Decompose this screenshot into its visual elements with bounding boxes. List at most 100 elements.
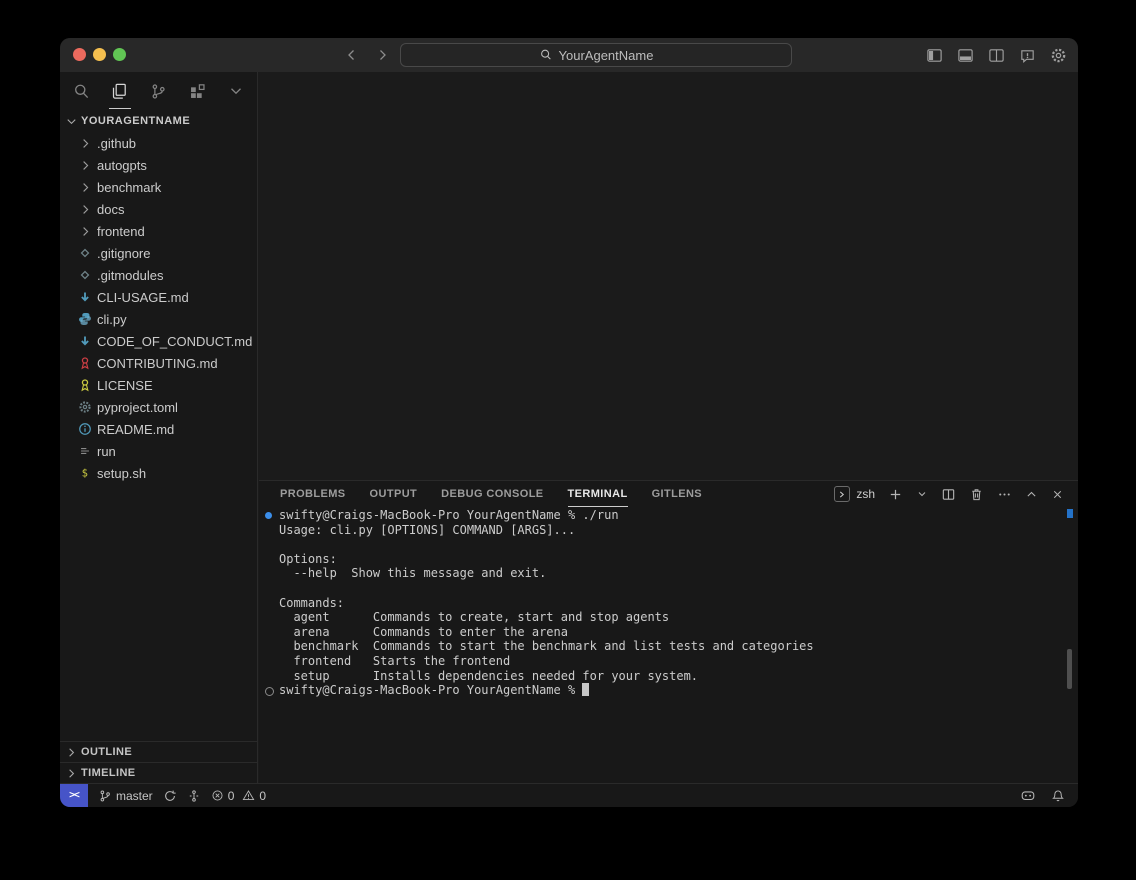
explorer-item[interactable]: LICENSE (60, 374, 257, 396)
activity-bar-item[interactable] (144, 73, 174, 109)
explorer-item[interactable]: frontend (60, 220, 257, 242)
explorer-item[interactable]: docs (60, 198, 257, 220)
toggle-panel-icon[interactable] (955, 45, 975, 65)
remote-indicator[interactable]: >< (60, 784, 88, 808)
gitlens-icon[interactable] (187, 789, 201, 803)
explorer-item[interactable]: $ setup.sh (60, 462, 257, 484)
editor-area (259, 72, 1078, 480)
split-terminal-icon[interactable] (941, 487, 956, 502)
explorer-item[interactable]: README.md (60, 418, 257, 440)
panel-tabs: PROBLEMS OUTPUT DEBUG CONSOLE TERMINAL GITLE… (259, 481, 848, 507)
panel-tab[interactable]: GITLENS (652, 482, 702, 507)
explorer-item[interactable]: cli.py (60, 308, 257, 330)
markdown-icon (77, 333, 93, 349)
explorer-root-label: YOURAGENTNAME (81, 115, 190, 127)
titlebar: YourAgentName (60, 38, 1078, 72)
terminal-line: frontend Starts the frontend (259, 654, 1078, 669)
git-branch-icon (98, 789, 112, 803)
close-panel-icon[interactable] (1051, 488, 1064, 501)
sidebar-section-header[interactable]: TIMELINE (60, 762, 257, 783)
copilot-icon[interactable] (1020, 788, 1036, 803)
explorer-item[interactable]: .gitignore (60, 242, 257, 264)
error-icon (211, 789, 224, 802)
terminal-line (259, 581, 1078, 596)
warning-icon (242, 789, 255, 802)
sync-icon[interactable] (163, 789, 177, 803)
status-bar: >< master 0 0 (60, 783, 1078, 807)
new-terminal-icon[interactable] (888, 487, 903, 502)
explorer-icon (110, 82, 129, 101)
warning-count: 0 (259, 789, 266, 803)
search-icon (72, 82, 91, 101)
explorer-item[interactable]: CONTRIBUTING.md (60, 352, 257, 374)
navigate-back-icon[interactable] (343, 47, 359, 63)
info-icon (77, 421, 93, 437)
explorer-item[interactable]: CODE_OF_CONDUCT.md (60, 330, 257, 352)
ribbon-icon (77, 355, 93, 371)
panel-tab[interactable]: PROBLEMS (280, 482, 346, 507)
ribbon-icon (77, 377, 93, 393)
panel-tab[interactable]: TERMINAL (568, 482, 628, 507)
maximize-panel-icon[interactable] (1025, 488, 1038, 501)
more-actions-icon[interactable] (997, 487, 1012, 502)
terminal-shell-tab[interactable]: zsh (834, 486, 875, 502)
settings-gear-icon[interactable] (1048, 45, 1068, 65)
search-value: YourAgentName (559, 48, 654, 63)
svg-text:$: $ (82, 468, 88, 480)
terminal-line: Commands: (259, 596, 1078, 611)
explorer-item[interactable]: autogpts (60, 154, 257, 176)
close-window-button[interactable] (73, 48, 86, 61)
explorer-item[interactable]: pyproject.toml (60, 396, 257, 418)
kill-terminal-trash-icon[interactable] (969, 487, 984, 502)
command-center-search[interactable]: YourAgentName (400, 43, 792, 67)
terminal-line: --help Show this message and exit. (259, 566, 1078, 581)
terminal-line (259, 537, 1078, 552)
activity-bar-item[interactable] (221, 73, 251, 109)
terminal-line: swifty@Craigs-MacBook-Pro YourAgentName … (259, 508, 1078, 523)
error-count: 0 (228, 789, 235, 803)
terminal-line: swifty@Craigs-MacBook-Pro YourAgentName … (259, 683, 1078, 698)
gear-icon (77, 399, 93, 415)
sidebar-section-header[interactable]: OUTLINE (60, 741, 257, 762)
bottom-panel: PROBLEMS OUTPUT DEBUG CONSOLE TERMINAL GITLE… (259, 480, 1078, 783)
activity-bar-item[interactable] (66, 73, 96, 109)
branch-name: master (116, 789, 153, 803)
terminal-line: Options: (259, 552, 1078, 567)
file-tree: .github autogpts benchmark docs frontend… (60, 132, 257, 484)
activity-bar-item[interactable] (182, 73, 212, 109)
chevron-right-icon (77, 201, 93, 217)
markdown-icon (77, 289, 93, 305)
explorer-root[interactable]: YOURAGENTNAME (60, 110, 257, 132)
zoom-window-button[interactable] (113, 48, 126, 61)
search-icon (539, 48, 553, 62)
navigate-forward-icon[interactable] (375, 47, 391, 63)
feedback-icon[interactable] (1017, 45, 1037, 65)
explorer-item[interactable]: benchmark (60, 176, 257, 198)
sidebar: YOURAGENTNAME .github autogpts benchmark… (60, 72, 258, 783)
explorer-item[interactable]: .gitmodules (60, 264, 257, 286)
terminal-line: arena Commands to enter the arena (259, 625, 1078, 640)
notifications-bell-icon[interactable] (1051, 789, 1065, 803)
extensions-icon (188, 82, 207, 101)
launch-profile-chevron-icon[interactable] (916, 488, 928, 500)
activity-bar (60, 72, 257, 110)
toggle-secondary-sidebar-icon[interactable] (986, 45, 1006, 65)
shell-icon: $ (77, 465, 93, 481)
terminal-line: benchmark Commands to start the benchmar… (259, 639, 1078, 654)
panel-tab[interactable]: DEBUG CONSOLE (441, 482, 543, 507)
branch-status[interactable]: master (98, 789, 153, 803)
explorer-item[interactable]: .github (60, 132, 257, 154)
chevron-down-icon (64, 114, 79, 129)
list-icon (77, 443, 93, 459)
terminal-line: setup Installs dependencies needed for y… (259, 669, 1078, 684)
terminal-scrollbar[interactable] (1067, 649, 1072, 689)
chevron-down-icon (227, 82, 245, 100)
explorer-item[interactable]: CLI-USAGE.md (60, 286, 257, 308)
explorer-item[interactable]: run (60, 440, 257, 462)
problems-status[interactable]: 0 0 (211, 789, 266, 803)
toggle-primary-sidebar-icon[interactable] (924, 45, 944, 65)
panel-actions: zsh (834, 481, 1064, 507)
minimize-window-button[interactable] (93, 48, 106, 61)
panel-tab[interactable]: OUTPUT (370, 482, 418, 507)
activity-bar-item[interactable] (105, 73, 135, 109)
